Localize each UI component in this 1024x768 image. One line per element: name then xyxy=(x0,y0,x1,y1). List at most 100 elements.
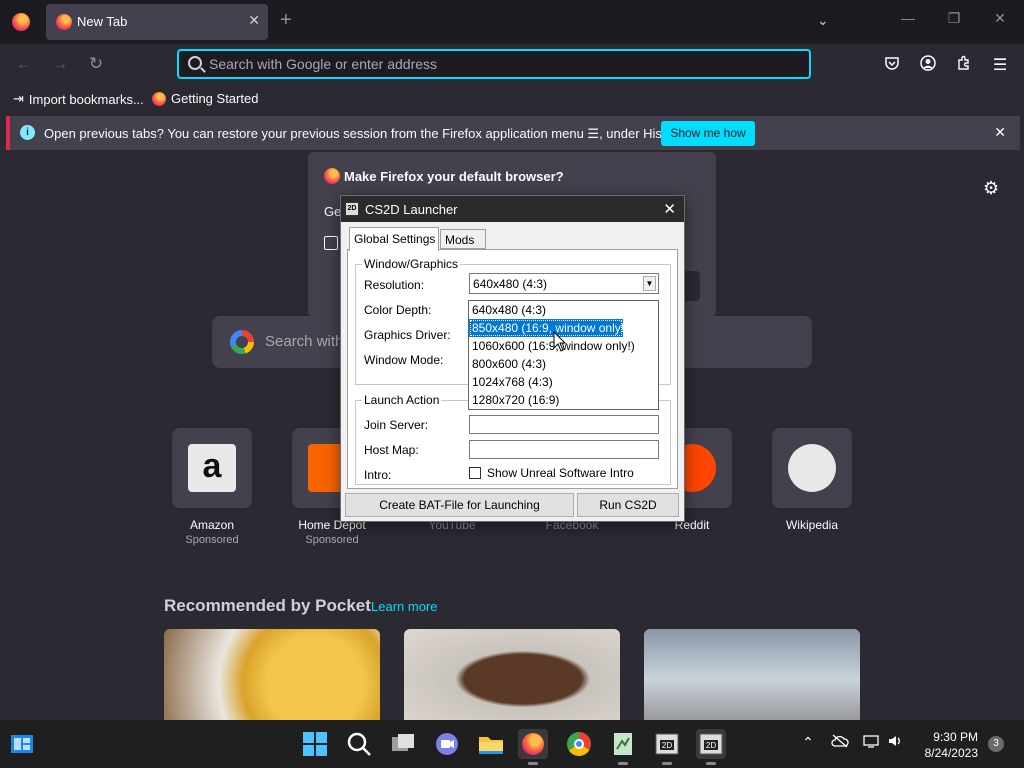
file-explorer-icon[interactable] xyxy=(476,729,506,759)
run-cs2d-button[interactable]: Run CS2D xyxy=(577,493,679,517)
taskbar: 2D 2D ⌃ 9:30 PM 8/24/2023 3 xyxy=(0,720,1024,768)
restore-button[interactable]: ❐ xyxy=(944,10,964,27)
svg-text:2D: 2D xyxy=(662,741,672,750)
cs2d-launcher-icon[interactable]: 2D xyxy=(696,729,726,765)
dropdown-arrow-icon[interactable]: ▼ xyxy=(643,276,656,291)
dialog-checkbox[interactable] xyxy=(324,236,338,250)
widgets-icon[interactable] xyxy=(8,730,36,758)
minimize-button[interactable]: — xyxy=(898,10,918,26)
restore-session-notification: i Open previous tabs? You can restore yo… xyxy=(6,116,1020,150)
settings-gear-icon[interactable]: ⚙ xyxy=(983,178,999,199)
tab-title: New Tab xyxy=(77,14,128,29)
show-hidden-icons-chevron[interactable]: ⌃ xyxy=(798,734,818,751)
create-bat-file-button[interactable]: Create BAT-File for Launching xyxy=(345,493,574,517)
tab-mods[interactable]: Mods xyxy=(440,229,486,249)
svg-text:2D: 2D xyxy=(706,741,716,750)
bookmark-getting-started[interactable]: Getting Started xyxy=(152,91,258,106)
bookmark-import[interactable]: ⇥ Import bookmarks... xyxy=(13,91,144,107)
clock-date: 8/24/2023 xyxy=(924,746,978,760)
pocket-card-image[interactable] xyxy=(404,629,620,720)
join-server-input[interactable] xyxy=(469,415,659,434)
resolution-option[interactable]: 1024x768 (4:3) xyxy=(469,373,658,391)
pocket-icon[interactable] xyxy=(881,55,903,76)
tab-global-settings[interactable]: Global Settings xyxy=(349,227,439,251)
tab-new-tab[interactable]: New Tab ✕ xyxy=(46,4,268,40)
resolution-label: Resolution: xyxy=(364,278,425,292)
search-icon xyxy=(188,56,202,70)
host-map-input[interactable] xyxy=(469,440,659,459)
dialog-title: Make Firefox your default browser? xyxy=(344,169,564,184)
show-intro-label: Show Unreal Software Intro xyxy=(487,466,634,480)
window-mode-label: Window Mode: xyxy=(364,353,444,367)
resolution-option[interactable]: 640x480 (4:3) xyxy=(469,301,658,319)
pocket-learn-more-link[interactable]: Learn more xyxy=(371,599,437,614)
top-site-wikipedia[interactable]: Wikipedia xyxy=(772,428,852,532)
firefox-view-icon[interactable] xyxy=(12,13,30,31)
show-intro-checkbox[interactable] xyxy=(469,467,481,479)
info-icon: i xyxy=(20,125,35,140)
firefox-icon xyxy=(152,91,166,106)
google-icon xyxy=(230,330,254,354)
back-button[interactable]: ← xyxy=(13,54,35,74)
system-clock[interactable]: 9:30 PM 8/24/2023 xyxy=(914,729,978,761)
group-label: Launch Action xyxy=(362,393,442,407)
intro-label: Intro: xyxy=(364,468,392,482)
volume-icon[interactable] xyxy=(886,734,906,751)
close-window-button[interactable]: ✕ xyxy=(990,10,1010,27)
pocket-card-image[interactable] xyxy=(164,629,380,720)
site-tile: a xyxy=(172,428,252,508)
show-me-how-button[interactable]: Show me how xyxy=(661,121,755,146)
wikipedia-icon xyxy=(788,444,836,492)
top-site-amazon[interactable]: a Amazon Sponsored xyxy=(172,428,252,546)
start-icon[interactable] xyxy=(300,729,330,759)
forward-button[interactable]: → xyxy=(49,54,71,74)
notification-close-icon[interactable]: ✕ xyxy=(994,124,1006,141)
chrome-icon[interactable] xyxy=(564,729,594,759)
join-server-label: Join Server: xyxy=(364,418,429,432)
address-input[interactable] xyxy=(209,54,799,74)
resolution-option-highlighted[interactable]: 850x480 (16:9, window only!) xyxy=(469,319,628,337)
network-icon[interactable] xyxy=(862,734,882,751)
firefox-icon xyxy=(522,733,544,755)
notepad-icon[interactable] xyxy=(608,729,638,765)
pocket-card-image[interactable] xyxy=(644,629,860,720)
new-tab-button[interactable]: + xyxy=(280,9,292,32)
search-icon[interactable] xyxy=(344,729,374,759)
resolution-option[interactable]: 800x600 (4:3) xyxy=(469,355,658,373)
task-view-icon[interactable] xyxy=(388,729,418,759)
cs2d-app-icon: 2D xyxy=(345,202,359,216)
list-all-tabs-icon[interactable]: ⌄ xyxy=(817,12,829,29)
tab-close-icon[interactable]: ✕ xyxy=(248,12,260,29)
resolution-dropdown-list: 640x480 (4:3) 850x480 (16:9, window only… xyxy=(468,300,659,410)
resolution-select[interactable]: 640x480 (4:3) ▼ xyxy=(469,273,659,294)
mouse-cursor-icon xyxy=(553,331,567,352)
window-close-icon[interactable]: ✕ xyxy=(663,200,676,218)
window-title: CS2D Launcher xyxy=(365,202,458,217)
window-titlebar[interactable]: 2D CS2D Launcher ✕ xyxy=(341,196,684,222)
pocket-heading: Recommended by Pocket xyxy=(164,596,371,615)
tab-bar: New Tab ✕ + ⌄ — ❐ ✕ xyxy=(0,0,1024,44)
bookmark-label: Getting Started xyxy=(171,91,259,106)
reload-button[interactable]: ↻ xyxy=(85,54,107,74)
site-sponsored: Sponsored xyxy=(185,534,239,546)
dialog-text: Ge xyxy=(324,204,342,219)
resolution-option[interactable]: 1280x720 (16:9) xyxy=(469,391,658,409)
firefox-icon xyxy=(56,14,72,30)
site-sponsored: Sponsored xyxy=(305,534,359,546)
address-bar[interactable] xyxy=(177,49,811,79)
extensions-icon[interactable] xyxy=(953,55,975,76)
teams-icon[interactable] xyxy=(432,729,462,759)
notification-message: Open previous tabs? You can restore your… xyxy=(44,126,687,141)
account-icon[interactable] xyxy=(917,55,939,76)
site-tile xyxy=(772,428,852,508)
notification-center-badge[interactable]: 3 xyxy=(988,736,1004,752)
group-label: Window/Graphics xyxy=(362,257,461,271)
site-name: Amazon xyxy=(189,518,235,532)
clock-time: 9:30 PM xyxy=(933,730,978,744)
cs2d-icon[interactable]: 2D xyxy=(652,729,682,765)
cloud-icon[interactable] xyxy=(830,734,850,751)
firefox-taskbar-icon[interactable] xyxy=(518,729,548,765)
amazon-icon: a xyxy=(188,444,236,492)
firefox-icon xyxy=(324,168,340,184)
app-menu-icon[interactable]: ☰ xyxy=(989,55,1011,75)
